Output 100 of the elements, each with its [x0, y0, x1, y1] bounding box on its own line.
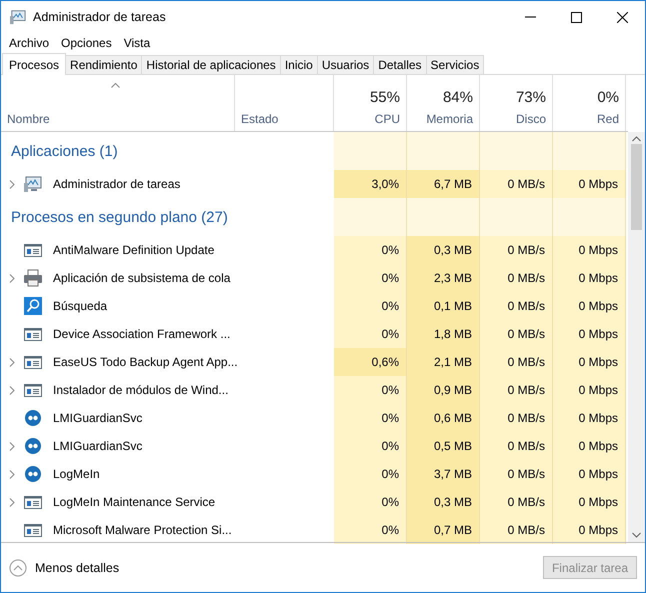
table-cell: 0 Mbps: [553, 264, 626, 292]
table-cell: 0 MB/s: [480, 170, 553, 198]
table-cell: 0 MB/s: [480, 404, 553, 432]
table-cell: 1,8 MB: [407, 320, 480, 348]
process-name[interactable]: EaseUS Todo Backup Agent App...: [53, 355, 238, 369]
usage-total: 0%: [597, 89, 619, 106]
expand-icon[interactable]: [9, 442, 15, 450]
process-name[interactable]: LogMeIn: [53, 467, 100, 481]
table-cell: 0%: [334, 460, 407, 488]
window-icon: [23, 353, 43, 371]
table-cell: 6,7 MB: [407, 170, 480, 198]
table-cell: 3,0%: [334, 170, 407, 198]
table-cell: 0,6%: [334, 348, 407, 376]
process-name[interactable]: Instalador de módulos de Wind...: [53, 383, 228, 397]
column-header[interactable]: Red: [596, 112, 619, 126]
table-cell: 0 MB/s: [480, 264, 553, 292]
menu-item[interactable]: Vista: [124, 36, 150, 50]
tab[interactable]: Rendimiento: [65, 55, 142, 74]
table-cell: 0 Mbps: [553, 516, 626, 544]
table-cell: 0 Mbps: [553, 236, 626, 264]
expand-icon[interactable]: [9, 358, 15, 366]
service-icon: [23, 409, 43, 427]
tab[interactable]: Usuarios: [316, 55, 374, 74]
expand-icon[interactable]: [9, 274, 15, 282]
tab[interactable]: Servicios: [426, 55, 484, 74]
close-icon[interactable]: [616, 12, 628, 22]
monitor-icon: [23, 175, 43, 193]
collapse-icon[interactable]: [9, 558, 27, 576]
tab[interactable]: Procesos: [2, 53, 66, 75]
process-name[interactable]: LogMeIn Maintenance Service: [53, 495, 216, 509]
table-cell: 0%: [334, 488, 407, 516]
table-cell: 0 MB/s: [480, 516, 553, 544]
expand-icon[interactable]: [9, 180, 15, 188]
table-cell: 0%: [334, 516, 407, 544]
group-heading: Procesos en segundo plano (27): [10, 208, 229, 228]
process-name[interactable]: LMIGuardianSvc: [53, 439, 142, 453]
table-cell: 0 Mbps: [553, 432, 626, 460]
menu-item[interactable]: Opciones: [61, 36, 112, 50]
table-cell: 0,3 MB: [407, 236, 480, 264]
column-header[interactable]: CPU: [374, 112, 400, 126]
table-cell: 0,3 MB: [407, 488, 480, 516]
window-title: Administrador de tareas: [33, 10, 167, 24]
expand-icon[interactable]: [9, 470, 15, 478]
table-cell: 0,7 MB: [407, 516, 480, 544]
service-icon: [23, 465, 43, 483]
maximize-icon[interactable]: [570, 12, 582, 22]
table-cell: 0%: [334, 264, 407, 292]
table-cell: 0 Mbps: [553, 460, 626, 488]
table-cell: 0 Mbps: [553, 320, 626, 348]
tab[interactable]: Detalles: [373, 55, 427, 74]
table-cell: 0 Mbps: [553, 170, 626, 198]
tab[interactable]: Historial de aplicaciones: [141, 55, 281, 74]
table-cell: 0,6 MB: [407, 404, 480, 432]
process-name[interactable]: Microsoft Malware Protection Si...: [53, 523, 232, 537]
process-name[interactable]: LMIGuardianSvc: [53, 411, 142, 425]
expand-icon[interactable]: [9, 498, 15, 506]
table-cell: 0,5 MB: [407, 432, 480, 460]
table-cell: 0 MB/s: [480, 236, 553, 264]
table-cell: 0 MB/s: [480, 376, 553, 404]
table-cell: 0 Mbps: [553, 292, 626, 320]
sort-icon[interactable]: [111, 83, 120, 88]
table-cell: 0 MB/s: [480, 488, 553, 516]
menu-item[interactable]: Archivo: [9, 36, 50, 50]
column-header[interactable]: Nombre: [7, 112, 50, 126]
window-icon: [23, 241, 43, 259]
group-heading: Aplicaciones (1): [10, 142, 119, 162]
usage-total: 55%: [370, 89, 400, 106]
column-header[interactable]: Memoria: [426, 112, 473, 126]
tab[interactable]: Inicio: [280, 55, 318, 74]
window-icon: [23, 381, 43, 399]
process-name[interactable]: Búsqueda: [53, 299, 108, 313]
scroll-thumb[interactable]: [631, 144, 642, 230]
table-cell: 2,1 MB: [407, 348, 480, 376]
window-icon: [23, 521, 43, 539]
window-icon: [23, 493, 43, 511]
process-name[interactable]: Aplicación de subsistema de cola: [53, 271, 230, 285]
table-cell: 0%: [334, 236, 407, 264]
printer-icon: [23, 269, 43, 287]
app-icon: [9, 9, 27, 25]
table-cell: 0%: [334, 404, 407, 432]
table-cell: 0 MB/s: [480, 292, 553, 320]
table-cell: 0 MB/s: [480, 460, 553, 488]
process-name[interactable]: Administrador de tareas: [53, 177, 180, 191]
window-icon: [23, 325, 43, 343]
table-cell: 0%: [334, 432, 407, 460]
scroll-down-icon[interactable]: [632, 532, 641, 538]
expand-icon[interactable]: [9, 386, 15, 394]
column-header[interactable]: Estado: [241, 112, 278, 126]
process-name[interactable]: Device Association Framework ...: [53, 327, 230, 341]
column-header[interactable]: Disco: [516, 112, 546, 126]
fewer-details-link[interactable]: Menos detalles: [9, 558, 120, 576]
table-cell: 2,3 MB: [407, 264, 480, 292]
table-cell: 0,1 MB: [407, 292, 480, 320]
scroll-up-icon[interactable]: [632, 136, 641, 142]
search-icon: [23, 297, 43, 315]
process-name[interactable]: AntiMalware Definition Update: [53, 243, 214, 257]
table-cell: 0%: [334, 376, 407, 404]
service-icon: [23, 437, 43, 455]
minimize-icon[interactable]: [524, 16, 536, 18]
table-cell: 0 Mbps: [553, 376, 626, 404]
